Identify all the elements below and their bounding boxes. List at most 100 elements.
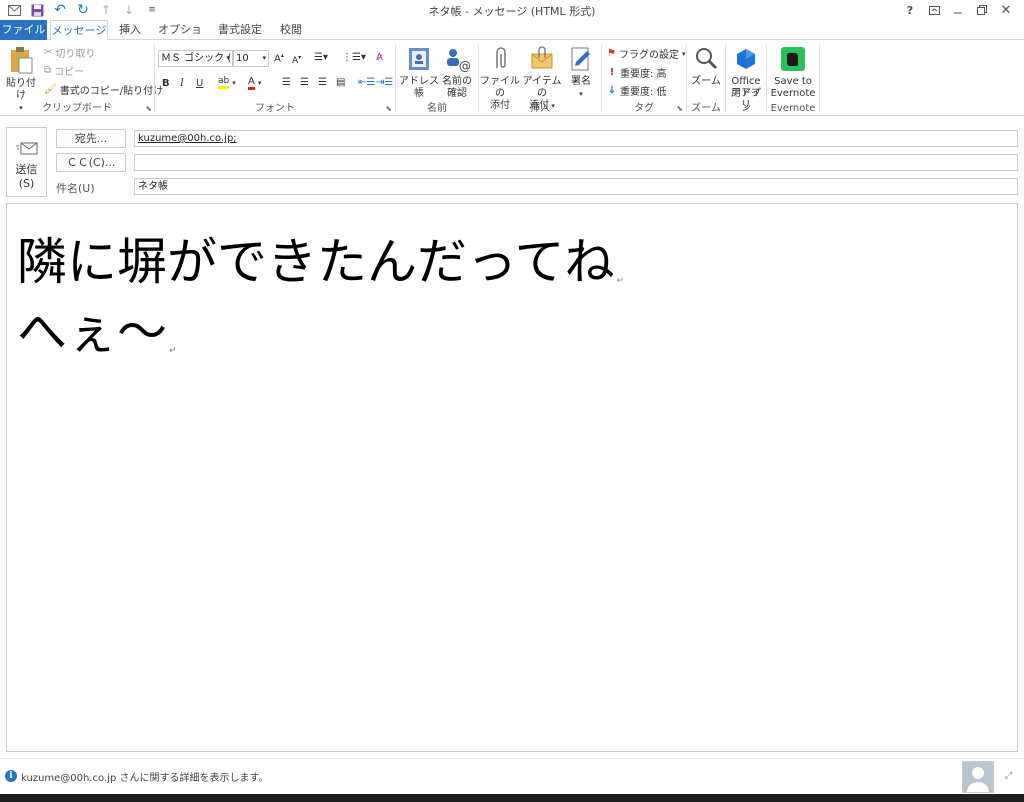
font-family-select[interactable]: ＭＳ ゴシック (ｽ ▾ bbox=[158, 50, 233, 67]
tab-message[interactable]: メッセージ bbox=[50, 20, 108, 41]
people-info-link[interactable]: kuzume@00h.co.jp さんに関する詳細を表示します。 bbox=[21, 769, 268, 784]
tab-options[interactable]: オプション bbox=[154, 20, 206, 56]
font-group: ＭＳ ゴシック (ｽ ▾ 10 ▾ A▴ A▾ ☰▾ ⋮☰▾ A̷ B I U ab… bbox=[156, 42, 394, 114]
clipboard-dialog-launcher-icon[interactable]: ⬊ bbox=[145, 104, 152, 113]
group-separator bbox=[766, 44, 767, 112]
to-button[interactable]: 宛先... bbox=[56, 129, 126, 148]
increase-indent-icon: ⇥☰ bbox=[376, 77, 394, 88]
font-color-button[interactable]: A ▾ bbox=[248, 76, 261, 90]
justify-button[interactable]: ▤ bbox=[336, 77, 345, 88]
minimize-icon[interactable] bbox=[946, 1, 970, 19]
to-field[interactable]: kuzume@00h.co.jp; bbox=[134, 130, 1018, 147]
save-to-evernote-button[interactable]: Save to Evernote bbox=[768, 46, 818, 100]
group-separator bbox=[601, 44, 602, 112]
group-separator bbox=[819, 44, 820, 112]
subject-label: 件名(U) bbox=[56, 182, 95, 195]
magnifier-icon bbox=[696, 48, 718, 70]
evernote-group: Save to Evernote Evernote bbox=[768, 42, 818, 114]
copy-button[interactable]: ⧉ コピー bbox=[44, 63, 84, 78]
cc-field[interactable] bbox=[134, 154, 1018, 171]
ribbon: 貼り付け ▾ ✂ 切り取り ⧉ コピー 🖌 書式のコピー/貼り付け クリップボード ⬊… bbox=[0, 40, 1024, 116]
addins-group: Office 用アプリ アドイン bbox=[727, 42, 765, 114]
paragraph-mark-icon: ↵ bbox=[616, 276, 625, 286]
align-center-icon: ☰ bbox=[300, 77, 309, 88]
send-envelope-icon bbox=[15, 142, 37, 155]
align-right-button[interactable]: ☰ bbox=[318, 77, 327, 88]
format-painter-button[interactable]: 🖌 書式のコピー/貼り付け bbox=[44, 82, 163, 97]
tags-dialog-launcher-icon[interactable]: ⬊ bbox=[676, 104, 683, 113]
cut-button[interactable]: ✂ 切り取り bbox=[44, 45, 95, 60]
include-group: ファイルの 添付 アイテムの 添付 ▾ 署名 ▾ 挿入 bbox=[480, 42, 600, 114]
paragraph-mark-icon: ↵ bbox=[169, 346, 177, 356]
close-icon[interactable]: ✕ bbox=[994, 1, 1018, 19]
zoom-button[interactable]: ズーム bbox=[688, 46, 724, 88]
scissors-icon: ✂ bbox=[44, 47, 53, 58]
ribbon-tabs: ファイル メッセージ 挿入 オプション 書式設定 校閲 bbox=[0, 20, 1024, 56]
check-names-icon: @ bbox=[447, 49, 471, 73]
down-arrow-icon: ↓ bbox=[607, 85, 617, 96]
tab-insert[interactable]: 挿入 bbox=[112, 20, 148, 40]
check-names-button[interactable]: @ 名前の 確認 bbox=[439, 46, 475, 100]
tab-format-text[interactable]: 書式設定 bbox=[212, 20, 268, 40]
body-line-1: 隣に塀ができたんだってね ↵ bbox=[17, 233, 625, 291]
italic-button[interactable]: I bbox=[180, 78, 184, 89]
clear-formatting-button[interactable]: A̷ bbox=[376, 52, 383, 63]
increase-indent-button[interactable]: ⇥☰ bbox=[376, 77, 393, 88]
ribbon-display-options-icon[interactable] bbox=[922, 1, 946, 19]
group-separator bbox=[686, 44, 687, 112]
group-separator bbox=[154, 44, 155, 112]
font-size-select[interactable]: 10 ▾ bbox=[233, 50, 269, 67]
copy-icon: ⧉ bbox=[44, 65, 52, 76]
subject-field[interactable]: ネタ帳 bbox=[134, 178, 1018, 195]
avatar[interactable] bbox=[962, 761, 994, 793]
to-recipient: kuzume@00h.co.jp; bbox=[138, 133, 237, 144]
tags-group: ⚑ フラグの設定 ▾ ! 重要度: 高 ↓ 重要度: 低 タグ ⬊ bbox=[607, 46, 686, 114]
follow-up-button[interactable]: ⚑ フラグの設定 ▾ bbox=[607, 46, 685, 61]
align-center-button[interactable]: ☰ bbox=[300, 77, 309, 88]
zoom-group: ズーム ズーム bbox=[688, 42, 724, 114]
chevron-down-icon: ▾ bbox=[681, 49, 686, 58]
window-controls: ? ✕ bbox=[898, 1, 1018, 19]
paste-icon bbox=[11, 47, 33, 74]
high-importance-button[interactable]: ! 重要度: 高 bbox=[607, 65, 667, 80]
bullets-button[interactable]: ☰▾ bbox=[314, 52, 328, 63]
bullets-icon: ☰▾ bbox=[314, 52, 328, 63]
help-button[interactable]: ? bbox=[898, 1, 922, 19]
tab-file[interactable]: ファイル bbox=[0, 20, 47, 40]
numbering-button[interactable]: ⋮☰▾ bbox=[342, 52, 366, 63]
underline-button[interactable]: U bbox=[196, 78, 203, 89]
taskbar bbox=[0, 794, 1024, 802]
address-book-button[interactable]: アドレス帳 bbox=[399, 46, 439, 100]
attach-item-icon bbox=[531, 46, 553, 69]
tab-review[interactable]: 校閲 bbox=[274, 20, 308, 40]
bold-button[interactable]: B bbox=[162, 78, 170, 89]
grow-font-button[interactable]: A▴ bbox=[274, 52, 284, 64]
highlight-button[interactable]: ab ▾ bbox=[218, 76, 236, 89]
exclamation-icon: ! bbox=[609, 67, 615, 78]
expand-people-pane-icon[interactable]: ⤢ bbox=[1005, 771, 1012, 781]
align-right-icon: ☰ bbox=[318, 77, 327, 88]
send-button[interactable]: 送信 (S) bbox=[6, 127, 47, 197]
message-body[interactable]: 隣に塀ができたんだってね ↵ へぇ～ ↵ bbox=[6, 203, 1018, 752]
info-icon: i bbox=[5, 770, 17, 782]
title-bar: ↶ ↻ ↑ ↓ ≡ ネタ帳 - メッセージ (HTML 形式) ? ✕ bbox=[0, 0, 1024, 20]
font-dialog-launcher-icon[interactable]: ⬊ bbox=[385, 104, 392, 113]
person-icon bbox=[967, 767, 989, 792]
highlighter-icon: ab bbox=[218, 76, 230, 89]
decrease-indent-icon: ⇤☰ bbox=[358, 77, 376, 88]
low-importance-button[interactable]: ↓ 重要度: 低 bbox=[607, 83, 667, 98]
signature-button[interactable]: 署名 ▾ bbox=[564, 46, 598, 100]
chevron-down-icon: ▾ bbox=[262, 54, 266, 62]
signature-icon bbox=[571, 47, 590, 71]
window-title: ネタ帳 - メッセージ (HTML 形式) bbox=[428, 5, 596, 18]
restore-icon[interactable] bbox=[970, 1, 994, 19]
cc-button[interactable]: ＣＣ(C)... bbox=[56, 153, 126, 172]
shrink-font-button[interactable]: A▾ bbox=[292, 54, 301, 66]
numbering-icon: ⋮☰▾ bbox=[342, 52, 366, 63]
grow-font-icon: A▴ bbox=[274, 52, 284, 65]
decrease-indent-button[interactable]: ⇤☰ bbox=[358, 77, 375, 88]
align-left-button[interactable]: ☰ bbox=[282, 77, 291, 88]
group-separator bbox=[478, 44, 479, 112]
font-color-icon: A bbox=[248, 76, 255, 90]
chevron-down-icon: ▾ bbox=[226, 54, 230, 62]
